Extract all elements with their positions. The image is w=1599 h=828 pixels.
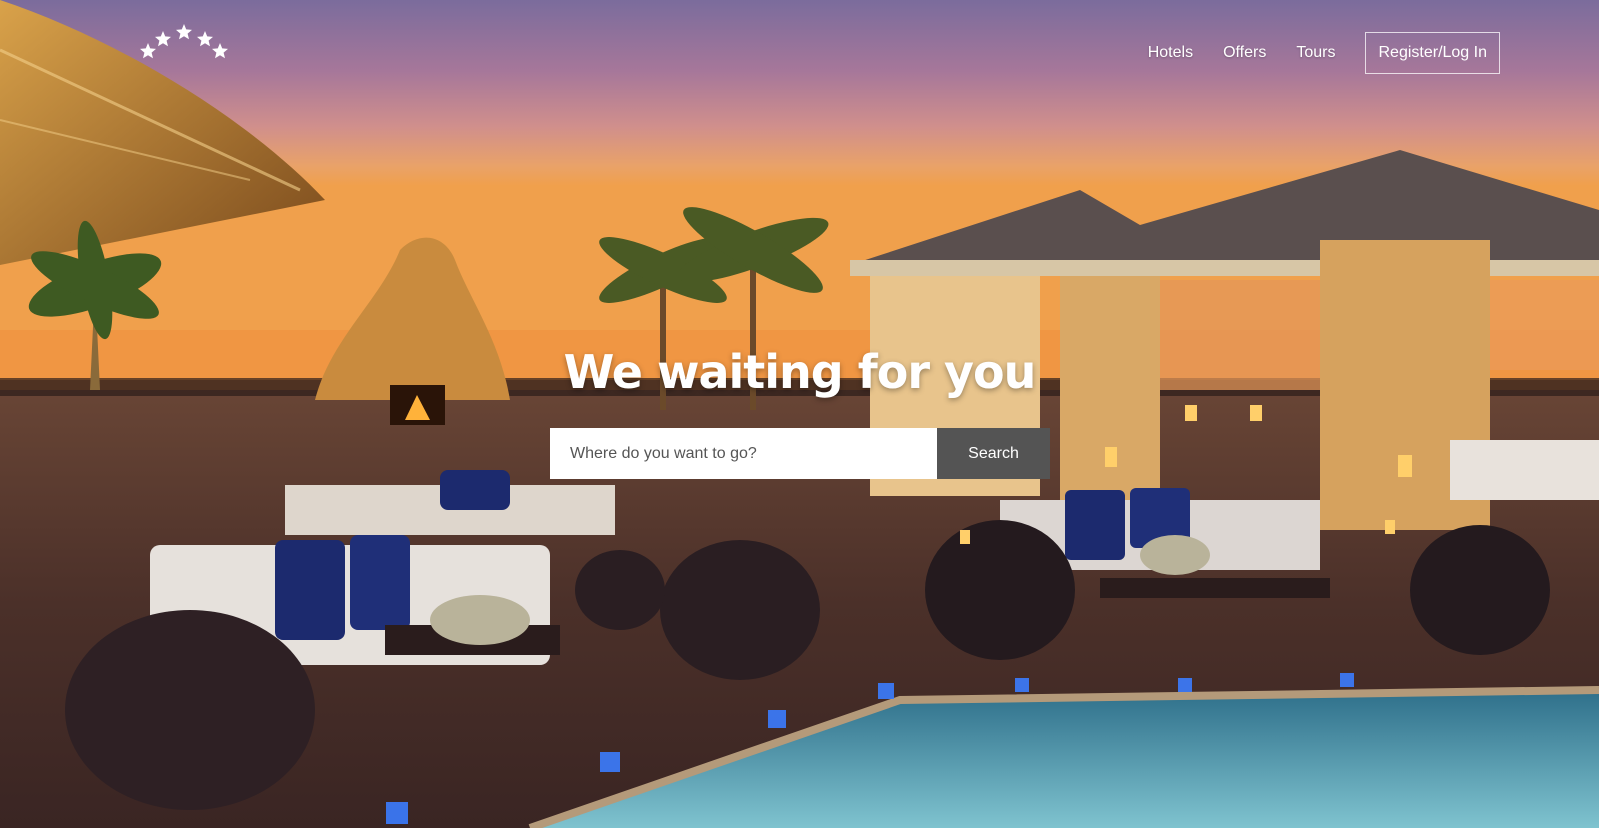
hero-headline: We waiting for you [563, 345, 1037, 399]
hero-background-image [0, 0, 1599, 828]
search-bar: Search [550, 428, 1050, 479]
nav-link-hotels[interactable]: Hotels [1148, 44, 1193, 62]
logo[interactable] [138, 22, 230, 62]
nav-link-tours[interactable]: Tours [1296, 44, 1335, 62]
resort-pool-scene-image [0, 0, 1599, 828]
nav-link-offers[interactable]: Offers [1223, 44, 1266, 62]
five-stars-icon [140, 24, 228, 59]
search-button[interactable]: Search [937, 428, 1050, 479]
destination-search-input[interactable] [550, 428, 937, 479]
register-login-button[interactable]: Register/Log In [1365, 32, 1500, 74]
nav-links: Hotels Offers Tours Register/Log In [1148, 32, 1599, 74]
top-navigation: Hotels Offers Tours Register/Log In [0, 0, 1599, 108]
